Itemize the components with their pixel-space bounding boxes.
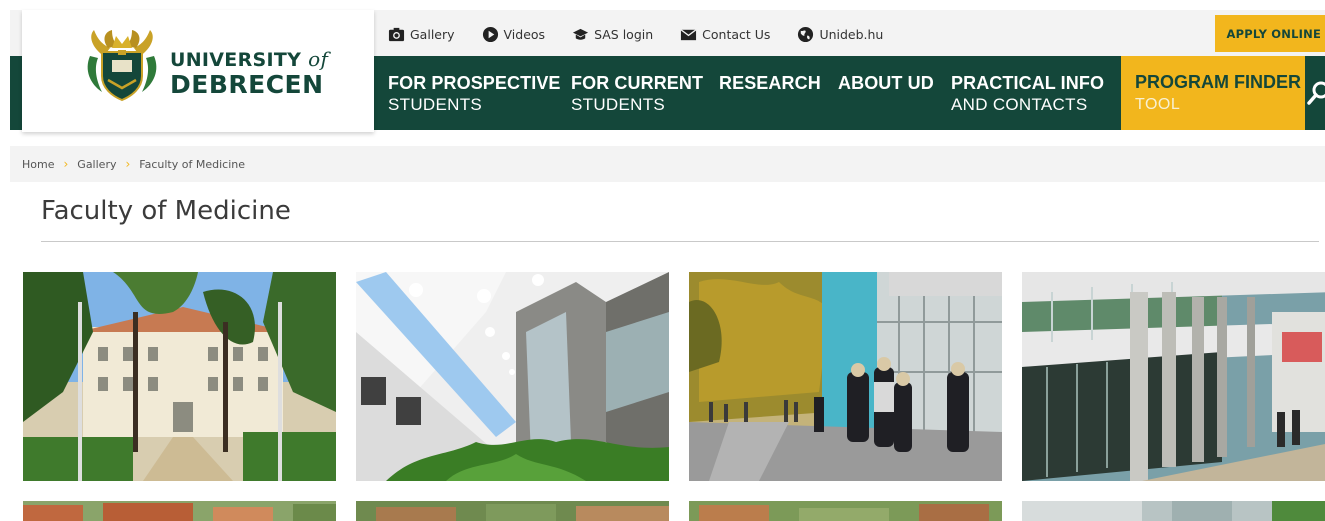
nav-about-ud[interactable]: ABOUT UD [838, 72, 934, 94]
videos-link-label: Videos [503, 26, 546, 42]
nav-item-title: FOR PROSPECTIVE [388, 73, 561, 93]
search-button[interactable] [1305, 56, 1325, 130]
gallery-link[interactable]: Gallery [388, 22, 455, 46]
students-outside-glass-building-photo [689, 272, 1002, 481]
unideb-link[interactable]: Unideb.hu [797, 22, 883, 46]
breadcrumb-current: Faculty of Medicine [139, 157, 245, 171]
title-divider [41, 241, 1319, 242]
nav-item-title: PRACTICAL INFO [951, 73, 1105, 93]
gallery-photo-atrium[interactable] [356, 272, 669, 481]
sas-login-label: SAS login [594, 26, 654, 42]
aerial-campus-photo [356, 501, 669, 521]
gallery-photo-glass-corner[interactable] [1022, 501, 1325, 521]
sas-login-link[interactable]: SAS login [572, 22, 653, 46]
breadcrumb: Home › Gallery › Faculty of Medicine [22, 157, 245, 171]
camera-icon [388, 27, 405, 41]
site-logo[interactable]: UNIVERSITY of DEBRECEN [22, 10, 374, 132]
gallery-link-label: Gallery [410, 26, 455, 42]
nav-item-subtitle: STUDENTS [388, 95, 483, 114]
gallery-photo-aerial-green[interactable] [689, 501, 1002, 521]
globe-icon [798, 26, 814, 42]
breadcrumb-separator: › [63, 157, 69, 171]
nav-item-title: RESEARCH [719, 73, 821, 93]
nav-item-title: ABOUT UD [838, 73, 934, 93]
campus-building-with-trees-photo [23, 272, 336, 481]
gallery-photo-aerial-rooftops[interactable] [23, 501, 336, 521]
atrium-interior-photo [356, 272, 669, 481]
logo-of: of [308, 47, 329, 71]
logo-debrecen: DEBRECEN [170, 70, 324, 99]
gallery-photo-glass-facade[interactable] [1022, 272, 1325, 481]
contact-us-link[interactable]: Contact Us [680, 22, 770, 46]
glass-facade-with-columns-photo [1022, 272, 1325, 481]
logo-university: UNIVERSITY [170, 49, 302, 71]
university-crest-icon [87, 30, 157, 102]
play-icon [482, 26, 498, 42]
glass-building-corner-photo [1022, 501, 1325, 521]
nav-for-prospective-students[interactable]: FOR PROSPECTIVE STUDENTS [388, 72, 561, 116]
breadcrumb-gallery[interactable]: Gallery [77, 158, 116, 171]
nav-item-subtitle: AND CONTACTS [951, 95, 1088, 114]
nav-for-current-students[interactable]: FOR CURRENT STUDENTS [571, 72, 703, 116]
search-icon [1307, 81, 1325, 105]
contact-us-label: Contact Us [702, 26, 771, 42]
nav-practical-info[interactable]: PRACTICAL INFO AND CONTACTS [951, 72, 1104, 116]
breadcrumb-separator: › [125, 157, 131, 171]
program-finder-button[interactable]: PROGRAM FINDER TOOL [1121, 56, 1305, 130]
gallery-photo-students-outside[interactable] [689, 272, 1002, 481]
gallery-photo-campus-building[interactable] [23, 272, 336, 481]
breadcrumb-home[interactable]: Home [22, 158, 54, 171]
utility-links: Gallery Videos SAS login Contact Us Unid… [388, 22, 910, 46]
program-finder-subtitle: TOOL [1135, 96, 1181, 113]
envelope-icon [680, 28, 697, 40]
program-finder-title: PROGRAM FINDER [1135, 72, 1301, 92]
apply-online-button[interactable]: APPLY ONLINE [1215, 15, 1325, 52]
logo-wordmark: UNIVERSITY of DEBRECEN [170, 48, 328, 99]
nav-item-title: FOR CURRENT [571, 73, 704, 93]
nav-item-subtitle: STUDENTS [571, 95, 666, 114]
page-title: Faculty of Medicine [41, 196, 291, 226]
graduation-cap-icon [573, 28, 589, 40]
nav-research[interactable]: RESEARCH [719, 72, 821, 94]
unideb-link-label: Unideb.hu [819, 26, 884, 42]
aerial-rooftops-photo [23, 501, 336, 521]
aerial-green-campus-photo [689, 501, 1002, 521]
videos-link[interactable]: Videos [482, 22, 546, 46]
gallery-photo-aerial-campus[interactable] [356, 501, 669, 521]
